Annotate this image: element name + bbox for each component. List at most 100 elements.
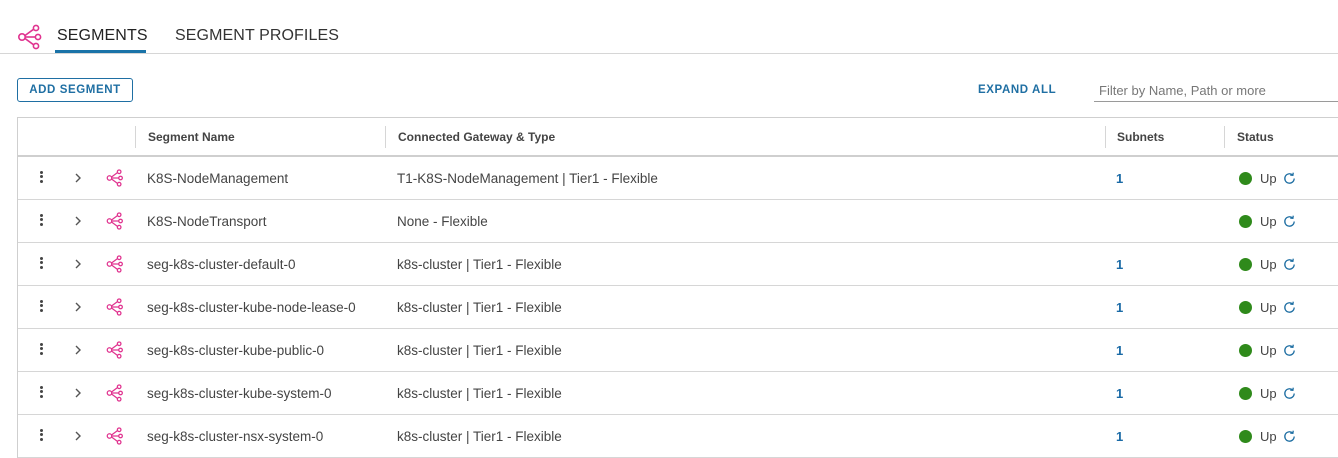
table-row[interactable]: K8S-NodeTransport None - Flexible Up bbox=[18, 200, 1338, 243]
subnets-link[interactable]: 1 bbox=[1116, 257, 1123, 272]
expand-all-link[interactable]: EXPAND ALL bbox=[978, 84, 1056, 96]
column-header-segment-name[interactable]: Segment Name bbox=[148, 118, 235, 155]
subnets-count-cell: 1 bbox=[1116, 286, 1123, 328]
kebab-menu-icon[interactable] bbox=[36, 384, 46, 402]
segments-table: Segment Name Connected Gateway & Type Su… bbox=[17, 117, 1338, 458]
status-cell: Up bbox=[1239, 415, 1297, 457]
subnets-count-cell: 1 bbox=[1116, 243, 1123, 285]
segment-name: K8S-NodeTransport bbox=[147, 213, 267, 229]
status-up-indicator bbox=[1239, 300, 1252, 314]
status-cell: Up bbox=[1239, 372, 1297, 414]
status-cell: Up bbox=[1239, 329, 1297, 371]
table-row[interactable]: seg-k8s-cluster-nsx-system-0 k8s-cluster… bbox=[18, 415, 1338, 458]
segment-name: seg-k8s-cluster-nsx-system-0 bbox=[147, 428, 324, 444]
segment-network-icon bbox=[106, 427, 123, 445]
segment-network-icon bbox=[106, 341, 123, 359]
status-up-indicator bbox=[1239, 171, 1252, 185]
subnets-link[interactable]: 1 bbox=[1116, 343, 1123, 358]
connected-gateway: None - Flexible bbox=[397, 213, 488, 229]
refresh-icon[interactable] bbox=[1282, 300, 1297, 315]
chevron-right-icon[interactable] bbox=[72, 214, 84, 228]
status-up-indicator bbox=[1239, 214, 1252, 228]
status-cell: Up bbox=[1239, 243, 1297, 285]
refresh-icon[interactable] bbox=[1282, 214, 1297, 229]
segment-network-icon bbox=[106, 255, 123, 273]
kebab-menu-icon[interactable] bbox=[36, 169, 46, 187]
segments-logo-icon bbox=[17, 24, 42, 50]
refresh-icon[interactable] bbox=[1282, 429, 1297, 444]
segment-name: K8S-NodeManagement bbox=[147, 170, 289, 186]
status-up-indicator bbox=[1239, 386, 1252, 400]
status-cell: Up bbox=[1239, 200, 1297, 242]
table-row[interactable]: seg-k8s-cluster-kube-node-lease-0 k8s-cl… bbox=[18, 286, 1338, 329]
subnets-link[interactable]: 1 bbox=[1116, 429, 1123, 444]
chevron-right-icon[interactable] bbox=[72, 386, 84, 400]
segment-name: seg-k8s-cluster-kube-system-0 bbox=[147, 385, 332, 401]
connected-gateway: k8s-cluster | Tier1 - Flexible bbox=[397, 342, 562, 358]
segment-name: seg-k8s-cluster-default-0 bbox=[147, 256, 296, 272]
status-text: Up bbox=[1260, 385, 1277, 401]
chevron-right-icon[interactable] bbox=[72, 343, 84, 357]
refresh-icon[interactable] bbox=[1282, 257, 1297, 272]
subnets-count-cell: 1 bbox=[1116, 157, 1123, 199]
table-header: Segment Name Connected Gateway & Type Su… bbox=[18, 118, 1338, 157]
table-row[interactable]: seg-k8s-cluster-kube-system-0 k8s-cluste… bbox=[18, 372, 1338, 415]
status-text: Up bbox=[1260, 299, 1277, 315]
status-up-indicator bbox=[1239, 343, 1252, 357]
refresh-icon[interactable] bbox=[1282, 386, 1297, 401]
column-separator bbox=[1224, 126, 1225, 148]
filter-input[interactable] bbox=[1094, 78, 1338, 102]
status-text: Up bbox=[1260, 428, 1277, 444]
subnets-count-cell: 1 bbox=[1116, 329, 1123, 371]
connected-gateway: k8s-cluster | Tier1 - Flexible bbox=[397, 256, 562, 272]
subnets-count-cell: 1 bbox=[1116, 415, 1123, 457]
segment-network-icon bbox=[106, 384, 123, 402]
table-row[interactable]: seg-k8s-cluster-default-0 k8s-cluster | … bbox=[18, 243, 1338, 286]
refresh-icon[interactable] bbox=[1282, 343, 1297, 358]
status-up-indicator bbox=[1239, 429, 1252, 443]
status-cell: Up bbox=[1239, 286, 1297, 328]
column-header-gateway[interactable]: Connected Gateway & Type bbox=[398, 118, 555, 155]
subnets-link[interactable]: 1 bbox=[1116, 171, 1123, 186]
subnets-count-cell: 1 bbox=[1116, 372, 1123, 414]
tab-segments[interactable]: SEGMENTS bbox=[57, 27, 148, 51]
kebab-menu-icon[interactable] bbox=[36, 427, 46, 445]
tab-segment-profiles[interactable]: SEGMENT PROFILES bbox=[175, 27, 339, 51]
column-header-status[interactable]: Status bbox=[1237, 118, 1274, 155]
status-cell: Up bbox=[1239, 157, 1297, 199]
segment-name: seg-k8s-cluster-kube-node-lease-0 bbox=[147, 299, 356, 315]
kebab-menu-icon[interactable] bbox=[36, 212, 46, 230]
active-tab-indicator bbox=[55, 50, 146, 53]
add-segment-button[interactable]: ADD SEGMENT bbox=[17, 78, 133, 102]
status-up-indicator bbox=[1239, 257, 1252, 271]
segment-network-icon bbox=[106, 169, 123, 187]
subnets-link[interactable]: 1 bbox=[1116, 386, 1123, 401]
kebab-menu-icon[interactable] bbox=[36, 298, 46, 316]
chevron-right-icon[interactable] bbox=[72, 257, 84, 271]
kebab-menu-icon[interactable] bbox=[36, 255, 46, 273]
refresh-icon[interactable] bbox=[1282, 171, 1297, 186]
table-row[interactable]: seg-k8s-cluster-kube-public-0 k8s-cluste… bbox=[18, 329, 1338, 372]
subnets-link[interactable]: 1 bbox=[1116, 300, 1123, 315]
segment-name: seg-k8s-cluster-kube-public-0 bbox=[147, 342, 325, 358]
segment-network-icon bbox=[106, 298, 123, 316]
status-text: Up bbox=[1260, 213, 1277, 229]
chevron-right-icon[interactable] bbox=[72, 300, 84, 314]
column-header-subnets[interactable]: Subnets bbox=[1117, 118, 1164, 155]
connected-gateway: k8s-cluster | Tier1 - Flexible bbox=[397, 428, 562, 444]
segment-network-icon bbox=[106, 212, 123, 230]
tab-bar: SEGMENTS SEGMENT PROFILES bbox=[0, 0, 1338, 54]
table-row[interactable]: K8S-NodeManagement T1-K8S-NodeManagement… bbox=[18, 157, 1338, 200]
status-text: Up bbox=[1260, 170, 1277, 186]
connected-gateway: k8s-cluster | Tier1 - Flexible bbox=[397, 299, 562, 315]
connected-gateway: k8s-cluster | Tier1 - Flexible bbox=[397, 385, 562, 401]
column-separator bbox=[1105, 126, 1106, 148]
status-text: Up bbox=[1260, 256, 1277, 272]
chevron-right-icon[interactable] bbox=[72, 429, 84, 443]
column-separator bbox=[135, 126, 136, 148]
chevron-right-icon[interactable] bbox=[72, 171, 84, 185]
column-separator bbox=[385, 126, 386, 148]
status-text: Up bbox=[1260, 342, 1277, 358]
connected-gateway: T1-K8S-NodeManagement | Tier1 - Flexible bbox=[397, 170, 658, 186]
kebab-menu-icon[interactable] bbox=[36, 341, 46, 359]
